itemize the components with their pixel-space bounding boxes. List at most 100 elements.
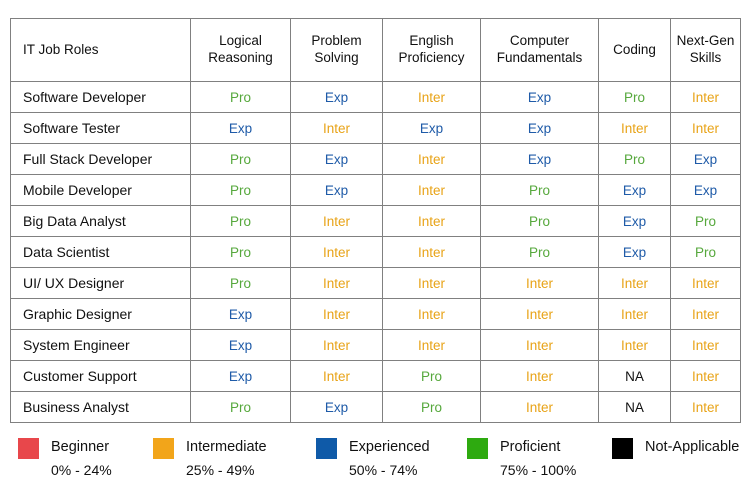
skill-level-cell: Inter	[382, 236, 481, 268]
column-header-line: Next-Gen	[676, 33, 735, 49]
skill-level-cell: Exp	[480, 81, 599, 113]
legend-label: Proficient	[500, 439, 561, 455]
skill-level-cell: Exp	[598, 174, 671, 206]
skill-level-cell: Pro	[190, 236, 291, 268]
job-role-cell: System Engineer	[10, 329, 191, 361]
skill-level-cell: Inter	[598, 298, 671, 330]
table-row: Customer Support Exp Inter Pro Inter NA Inter	[10, 360, 741, 392]
column-header-line: Proficiency	[398, 50, 465, 65]
legend-item: Beginner 0% - 24%	[18, 437, 112, 478]
skill-level-cell: Inter	[480, 360, 599, 392]
job-role-cell: Software Developer	[10, 81, 191, 113]
column-header-logical-reasoning: Logical Reasoning	[190, 18, 291, 82]
skill-level-cell: Inter	[382, 329, 481, 361]
legend-color-swatch	[467, 438, 488, 459]
skill-level-cell: Inter	[480, 391, 599, 423]
legend-label: Beginner	[51, 439, 110, 455]
column-header-line: Skills	[689, 50, 722, 65]
skill-level-cell: NA	[598, 360, 671, 392]
skill-level-cell: Inter	[670, 112, 741, 144]
job-role-cell: Software Tester	[10, 112, 191, 144]
column-header-line: Reasoning	[208, 50, 273, 65]
skill-level-cell: Pro	[480, 236, 599, 268]
column-header-line: Computer	[509, 33, 570, 49]
skill-matrix-page: IT Job Roles Logical Reasoning Problem Solvi…	[0, 0, 750, 500]
skill-level-cell: Pro	[190, 205, 291, 237]
skill-level-cell: Pro	[480, 205, 599, 237]
skill-level-cell: Pro	[598, 81, 671, 113]
legend-color-swatch	[612, 438, 633, 459]
job-role-cell: Full Stack Developer	[10, 143, 191, 175]
job-role-cell: Graphic Designer	[10, 298, 191, 330]
legend-range: 25% - 49%	[186, 462, 255, 478]
legend-color-swatch	[18, 438, 39, 459]
job-role-cell: Mobile Developer	[10, 174, 191, 206]
table-row: System Engineer Exp Inter Inter Inter Inter In…	[10, 329, 741, 361]
skill-level-cell: Inter	[670, 267, 741, 299]
job-role-cell: UI/ UX Designer	[10, 267, 191, 299]
column-header-coding: Coding	[598, 18, 671, 82]
legend-label: Intermediate	[186, 439, 267, 455]
legend: Beginner 0% - 24% Intermediate 25% - 49% Exp…	[10, 437, 740, 495]
job-role-cell: Big Data Analyst	[10, 205, 191, 237]
skill-level-cell: Exp	[480, 143, 599, 175]
legend-item: Intermediate 25% - 49%	[153, 437, 267, 478]
skill-level-cell: Exp	[190, 112, 291, 144]
table-row: Data Scientist Pro Inter Inter Pro Exp Pro	[10, 236, 741, 268]
table-row: Software Tester Exp Inter Exp Exp Inter Inter	[10, 112, 741, 144]
skill-level-cell: Inter	[290, 298, 383, 330]
table-row: Business Analyst Pro Exp Pro Inter NA Inter	[10, 391, 741, 423]
skill-level-cell: Pro	[190, 174, 291, 206]
legend-color-swatch	[316, 438, 337, 459]
job-role-cell: Customer Support	[10, 360, 191, 392]
job-role-cell: Business Analyst	[10, 391, 191, 423]
skill-level-cell: Inter	[290, 112, 383, 144]
legend-range: 75% - 100%	[500, 462, 577, 478]
table-header: IT Job Roles Logical Reasoning Problem Solvi…	[10, 18, 741, 82]
header-row: IT Job Roles Logical Reasoning Problem Solvi…	[10, 18, 741, 82]
skill-level-cell: Inter	[382, 267, 481, 299]
table-row: Full Stack Developer Pro Exp Inter Exp Pro Exp	[10, 143, 741, 175]
table-container: IT Job Roles Logical Reasoning Problem Solvi…	[10, 18, 741, 423]
skill-level-cell: Pro	[382, 391, 481, 423]
skill-level-cell: Inter	[670, 298, 741, 330]
skill-level-cell: Inter	[480, 329, 599, 361]
skill-level-cell: Exp	[290, 391, 383, 423]
skill-level-cell: Exp	[598, 205, 671, 237]
skill-level-cell: Exp	[190, 329, 291, 361]
skill-level-cell: Inter	[290, 205, 383, 237]
skill-level-cell: Inter	[598, 112, 671, 144]
skill-level-cell: Inter	[670, 81, 741, 113]
legend-range: 0% - 24%	[51, 462, 112, 478]
skill-level-cell: Inter	[670, 391, 741, 423]
column-header-job-roles: IT Job Roles	[10, 18, 191, 82]
skill-level-cell: Inter	[382, 81, 481, 113]
skill-level-cell: Inter	[290, 236, 383, 268]
legend-item: Experienced 50% - 74%	[316, 437, 430, 478]
skill-level-cell: Inter	[290, 360, 383, 392]
it-job-roles-skill-table: IT Job Roles Logical Reasoning Problem Solvi…	[10, 18, 741, 423]
skill-level-cell: Exp	[670, 174, 741, 206]
column-header-next-gen-skills: Next-Gen Skills	[670, 18, 741, 82]
skill-level-cell: Inter	[598, 329, 671, 361]
skill-level-cell: Pro	[190, 267, 291, 299]
skill-level-cell: Pro	[382, 360, 481, 392]
column-header-line: English	[409, 33, 454, 49]
column-header-line: Logical	[219, 33, 262, 49]
skill-level-cell: Inter	[670, 360, 741, 392]
skill-level-cell: Pro	[670, 205, 741, 237]
skill-level-cell: Inter	[382, 205, 481, 237]
skill-level-cell: Pro	[190, 391, 291, 423]
column-header-line: Problem	[311, 33, 362, 49]
skill-level-cell: Exp	[382, 112, 481, 144]
legend-item: Not-Applicable	[612, 437, 739, 459]
skill-level-cell: Inter	[598, 267, 671, 299]
skill-level-cell: Exp	[190, 360, 291, 392]
skill-level-cell: Inter	[290, 267, 383, 299]
legend-label: Experienced	[349, 439, 430, 455]
skill-level-cell: Inter	[382, 174, 481, 206]
table-body: Software Developer Pro Exp Inter Exp Pro Inter…	[10, 81, 741, 423]
column-header-line: Solving	[314, 50, 359, 65]
column-header-english-proficiency: English Proficiency	[382, 18, 481, 82]
skill-level-cell: Exp	[190, 298, 291, 330]
